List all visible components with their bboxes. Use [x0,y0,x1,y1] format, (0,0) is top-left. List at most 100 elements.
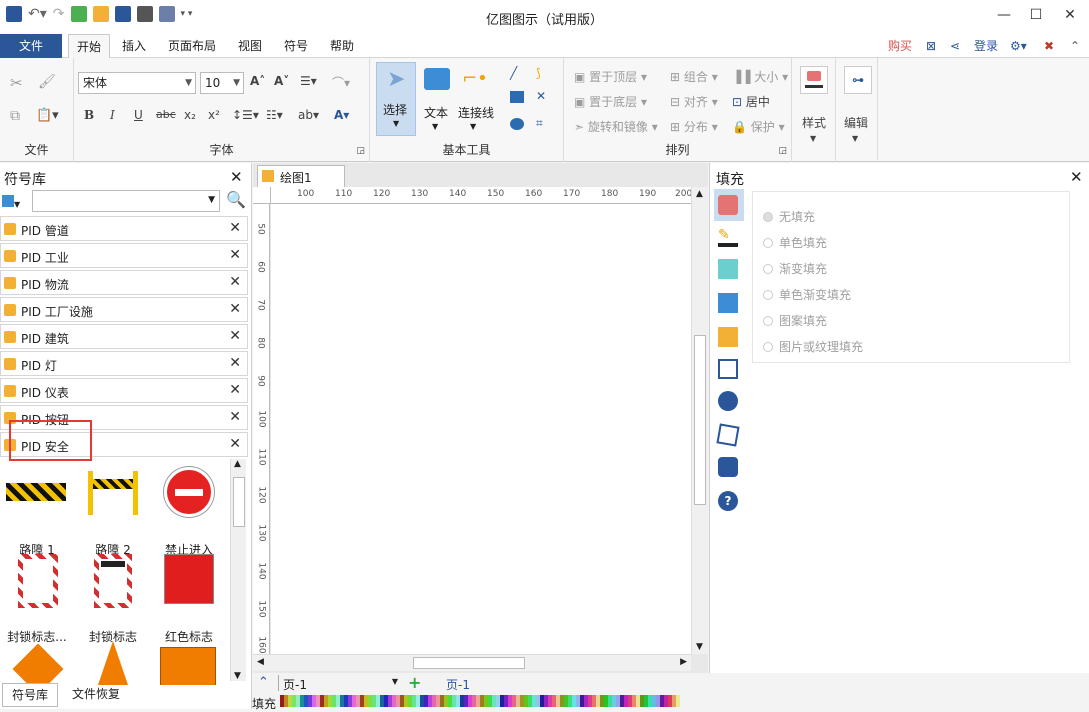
copy-icon[interactable]: ⧉ [10,108,20,124]
size-button[interactable]: ▐▐ 大小 ▾ [732,68,788,85]
search-icon[interactable]: 🔍 [226,190,246,209]
fill-option-pattern[interactable]: 图案填充 [763,312,827,329]
remove-library-icon[interactable]: ✕ [229,355,241,371]
scroll-down-icon[interactable]: ▼ [234,671,241,681]
fill-option-none[interactable]: 无填充 [763,208,815,225]
fill-option-picture[interactable]: 图片或纹理填充 [763,338,863,355]
canvas-scroll-left-icon[interactable]: ◀ [257,657,264,667]
cut-icon[interactable]: ✂ [10,74,23,92]
layers-icon[interactable] [718,327,738,347]
close-fill-panel-icon[interactable]: ✕ [1070,168,1083,186]
minimize-button[interactable]: — [990,4,1018,26]
menu-view[interactable]: 视图 [230,34,270,58]
style-label[interactable]: 样式 [802,114,826,131]
library-grid-icon[interactable]: ▼ [2,193,30,211]
canvas-scroll-right-icon[interactable]: ▶ [680,657,687,667]
remove-library-icon[interactable]: ✕ [229,328,241,344]
superscript-icon[interactable]: x² [208,108,220,122]
highlight-icon[interactable]: ab▾ [298,108,319,122]
grow-font-icon[interactable]: A˄ [250,74,265,88]
crop-tool-icon[interactable]: ⌗ [536,116,543,131]
shape-roadblock-2[interactable]: 路障 2 [78,467,148,557]
canvas-scroll-up-icon[interactable]: ▲ [696,189,703,199]
menu-page-layout[interactable]: 页面布局 [160,34,224,58]
menu-insert[interactable]: 插入 [114,34,154,58]
library-item-pid-industry[interactable]: PID 工业 ✕ [0,243,248,268]
style-dropdown-icon[interactable]: ▼ [810,134,816,143]
shape-barrier-sign-ellipsis[interactable]: 封锁标志... [2,554,72,644]
binoculars-icon[interactable]: ⊶ [844,66,872,94]
remove-library-icon[interactable]: ✕ [229,301,241,317]
font-name-select[interactable]: 宋体 ▼ [78,72,196,94]
library-item-pid-building[interactable]: PID 建筑 ✕ [0,324,248,349]
paste-icon[interactable]: 📋▾ [36,108,59,123]
remove-library-icon[interactable]: ✕ [229,220,241,236]
library-search-input[interactable]: ▼ [32,190,220,212]
canvas-hscroll-thumb[interactable] [413,657,525,669]
shape-barrier-sign[interactable]: 封锁标志 [78,554,148,644]
library-item-pid-light[interactable]: PID 灯 ✕ [0,351,248,376]
tab-file-recovery[interactable]: 文件恢复 [66,683,126,707]
ellipse-tool-icon[interactable] [510,118,524,130]
attachment-icon[interactable] [716,423,740,447]
remove-library-icon[interactable]: ✕ [229,247,241,263]
fill-option-gradient[interactable]: 渐变填充 [763,260,827,277]
format-painter-icon[interactable]: 🖌 [38,74,56,90]
menu-start[interactable]: 开始 [68,34,111,58]
distribute-button[interactable]: ⊞ 分布 ▾ [670,118,718,135]
underline-icon[interactable]: U [134,108,143,122]
canvas-scroll-down-icon[interactable]: ▼ [696,642,703,652]
hyperlink-globe-icon[interactable] [718,391,738,411]
shape-orange-sign[interactable] [154,647,224,685]
font-size-select[interactable]: 10 ▼ [200,72,244,94]
library-item-pid-pipe[interactable]: PID 管道 ✕ [0,216,248,241]
buy-link[interactable]: 购买 [880,34,920,58]
line-spacing-icon[interactable]: ↕☰▾ [232,108,259,122]
fill-option-solid[interactable]: 单色填充 [763,234,827,251]
library-item-pid-logistics[interactable]: PID 物流 ✕ [0,270,248,295]
remove-library-icon[interactable]: ✕ [229,409,241,425]
search-dropdown-icon[interactable]: ▼ [208,195,215,205]
edit-label[interactable]: 编辑 [844,114,868,131]
login-link[interactable]: 登录 [966,34,1006,58]
scroll-up-icon[interactable]: ▲ [234,459,241,469]
library-item-pid-plant[interactable]: PID 工厂设施 ✕ [0,297,248,322]
style-icon[interactable] [800,66,828,94]
canvas-horizontal-scrollbar[interactable]: ◀ ▶ [253,654,691,671]
text-shape-icon[interactable]: ⌒▾ [332,74,350,91]
strikethrough-icon[interactable]: abc [156,108,176,121]
edit-dropdown-icon[interactable]: ▼ [852,134,858,143]
drawing-page[interactable] [271,204,691,654]
page-up-icon[interactable]: ⌃ [258,675,269,690]
share-group-icon[interactable]: ⊠ [918,34,944,58]
group-button[interactable]: ⊞ 组合 ▾ [670,68,718,85]
shape-roadblock-1[interactable]: 路障 1 [2,467,72,557]
settings-gear-icon[interactable]: ⚙▾ [1002,34,1035,58]
rotate-button[interactable]: ➣ 旋转和镜像 ▾ [574,118,658,135]
page-tab[interactable]: 页-1 [446,676,470,693]
add-page-icon[interactable]: + [408,673,421,692]
rectangle-tool-icon[interactable] [510,91,524,103]
maximize-button[interactable]: ☐ [1022,4,1050,26]
protect-button[interactable]: 🔒 保护 ▾ [732,118,785,135]
crosshair-tool-icon[interactable]: ✕ [536,89,546,103]
remove-library-icon[interactable]: ✕ [229,382,241,398]
fill-option-single-gradient[interactable]: 单色渐变填充 [763,286,851,303]
curve-tool-icon[interactable]: ⟆ [536,66,541,80]
shape-red-sign[interactable]: 红色标志 [154,554,224,644]
text-tool-button[interactable]: 文本 ▼ [420,62,456,136]
canvas-vertical-scrollbar[interactable]: ▲ ▼ [691,187,708,654]
shape-no-entry[interactable]: 禁止进入 [154,467,224,557]
image-icon[interactable] [718,293,738,313]
library-scroll-thumb[interactable] [233,477,245,527]
select-tool-button[interactable]: ➤ 选择 ▼ [376,62,416,136]
bold-icon[interactable]: B [84,108,94,122]
page-format-icon[interactable] [718,359,738,379]
remove-library-icon[interactable]: ✕ [229,274,241,290]
shape-traffic-cone[interactable] [78,641,148,685]
italic-icon[interactable]: I [110,108,115,122]
page-select-dropdown-icon[interactable]: ▼ [392,677,398,686]
font-dialog-launcher-icon[interactable]: ◲ [356,146,365,156]
bullets-icon[interactable]: ☷▾ [266,108,283,122]
remove-library-icon[interactable]: ✕ [229,436,241,452]
